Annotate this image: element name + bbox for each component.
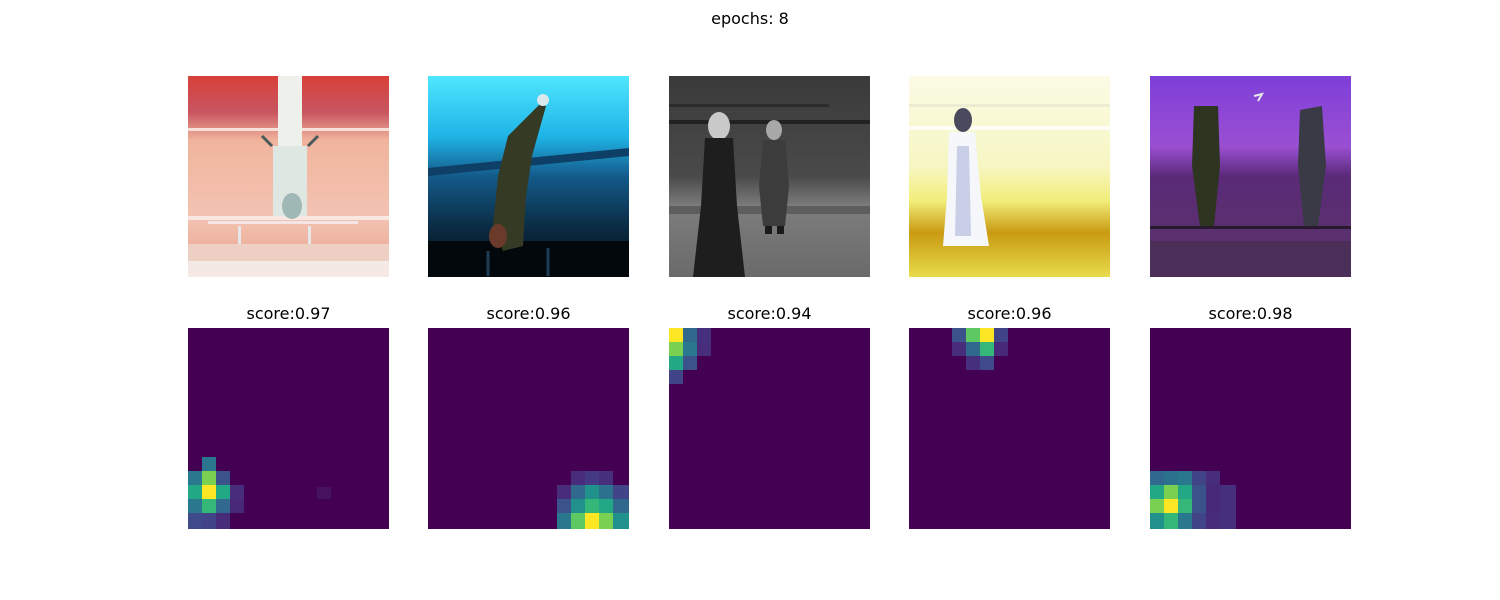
photo-panel-1 [188,76,389,277]
heatmap-title-1: score:0.97 [246,304,331,323]
heatmap-4 [909,328,1110,529]
photo-panel-2 [428,76,629,277]
photo-panel-5 [1150,76,1351,277]
heatmap-5 [1150,328,1351,529]
heatmap-title-4: score:0.96 [967,304,1052,323]
heatmap-title-2: score:0.96 [486,304,571,323]
figure-title: epochs: 8 [711,9,789,28]
heatmap-title-3: score:0.94 [727,304,812,323]
heatmap-1 [188,328,389,529]
heatmap-3 [669,328,870,529]
photo-panel-3 [669,76,870,277]
heatmap-2 [428,328,629,529]
heatmap-title-5: score:0.98 [1208,304,1293,323]
photo-panel-4 [909,76,1110,277]
